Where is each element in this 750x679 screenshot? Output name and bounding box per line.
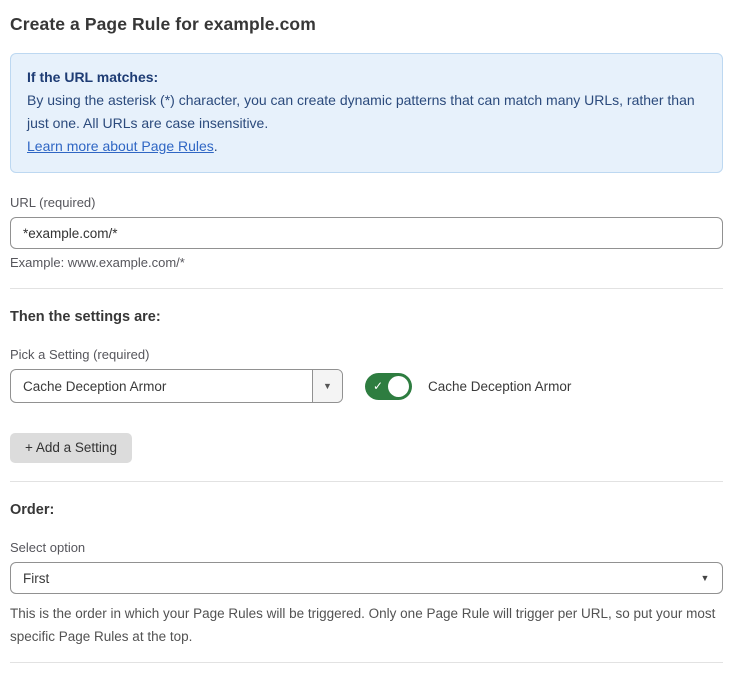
url-input[interactable] — [10, 217, 723, 249]
toggle-knob — [388, 376, 409, 397]
settings-section-heading: Then the settings are: — [10, 309, 723, 325]
url-match-info-box: If the URL matches: By using the asteris… — [10, 53, 723, 173]
order-select-value: First — [11, 563, 688, 593]
order-select-label: Select option — [10, 540, 723, 555]
setting-select-value: Cache Deception Armor — [11, 370, 312, 402]
setting-toggle-group: ✓ Cache Deception Armor — [365, 373, 571, 400]
setting-select[interactable]: Cache Deception Armor ▼ — [10, 369, 343, 403]
add-setting-button[interactable]: + Add a Setting — [10, 433, 132, 463]
setting-select-arrow-button[interactable]: ▼ — [312, 370, 342, 402]
setting-picker-label: Pick a Setting (required) — [10, 347, 723, 362]
link-suffix: . — [214, 138, 218, 154]
divider-footer — [10, 662, 723, 663]
cache-deception-armor-toggle[interactable]: ✓ — [365, 373, 412, 400]
url-example-hint: Example: www.example.com/* — [10, 255, 723, 270]
url-field-label: URL (required) — [10, 195, 723, 210]
page-rule-form: Create a Page Rule for example.com If th… — [0, 0, 750, 679]
learn-more-link[interactable]: Learn more about Page Rules — [27, 138, 214, 154]
page-title: Create a Page Rule for example.com — [10, 14, 723, 35]
divider-order — [10, 481, 723, 482]
order-section-heading: Order: — [10, 502, 723, 518]
check-icon: ✓ — [373, 378, 383, 395]
divider-settings — [10, 288, 723, 289]
setting-toggle-label: Cache Deception Armor — [428, 379, 571, 394]
info-box-heading: If the URL matches: — [27, 66, 706, 89]
setting-row: Cache Deception Armor ▼ ✓ Cache Deceptio… — [10, 369, 723, 403]
order-select[interactable]: First ▼ — [10, 562, 723, 594]
caret-down-icon: ▼ — [701, 573, 710, 583]
info-box-body: By using the asterisk (*) character, you… — [27, 89, 706, 135]
info-box-link-line: Learn more about Page Rules. — [27, 135, 706, 158]
order-help-text: This is the order in which your Page Rul… — [10, 602, 723, 648]
order-select-arrow: ▼ — [688, 563, 722, 593]
caret-down-icon: ▼ — [323, 381, 332, 391]
